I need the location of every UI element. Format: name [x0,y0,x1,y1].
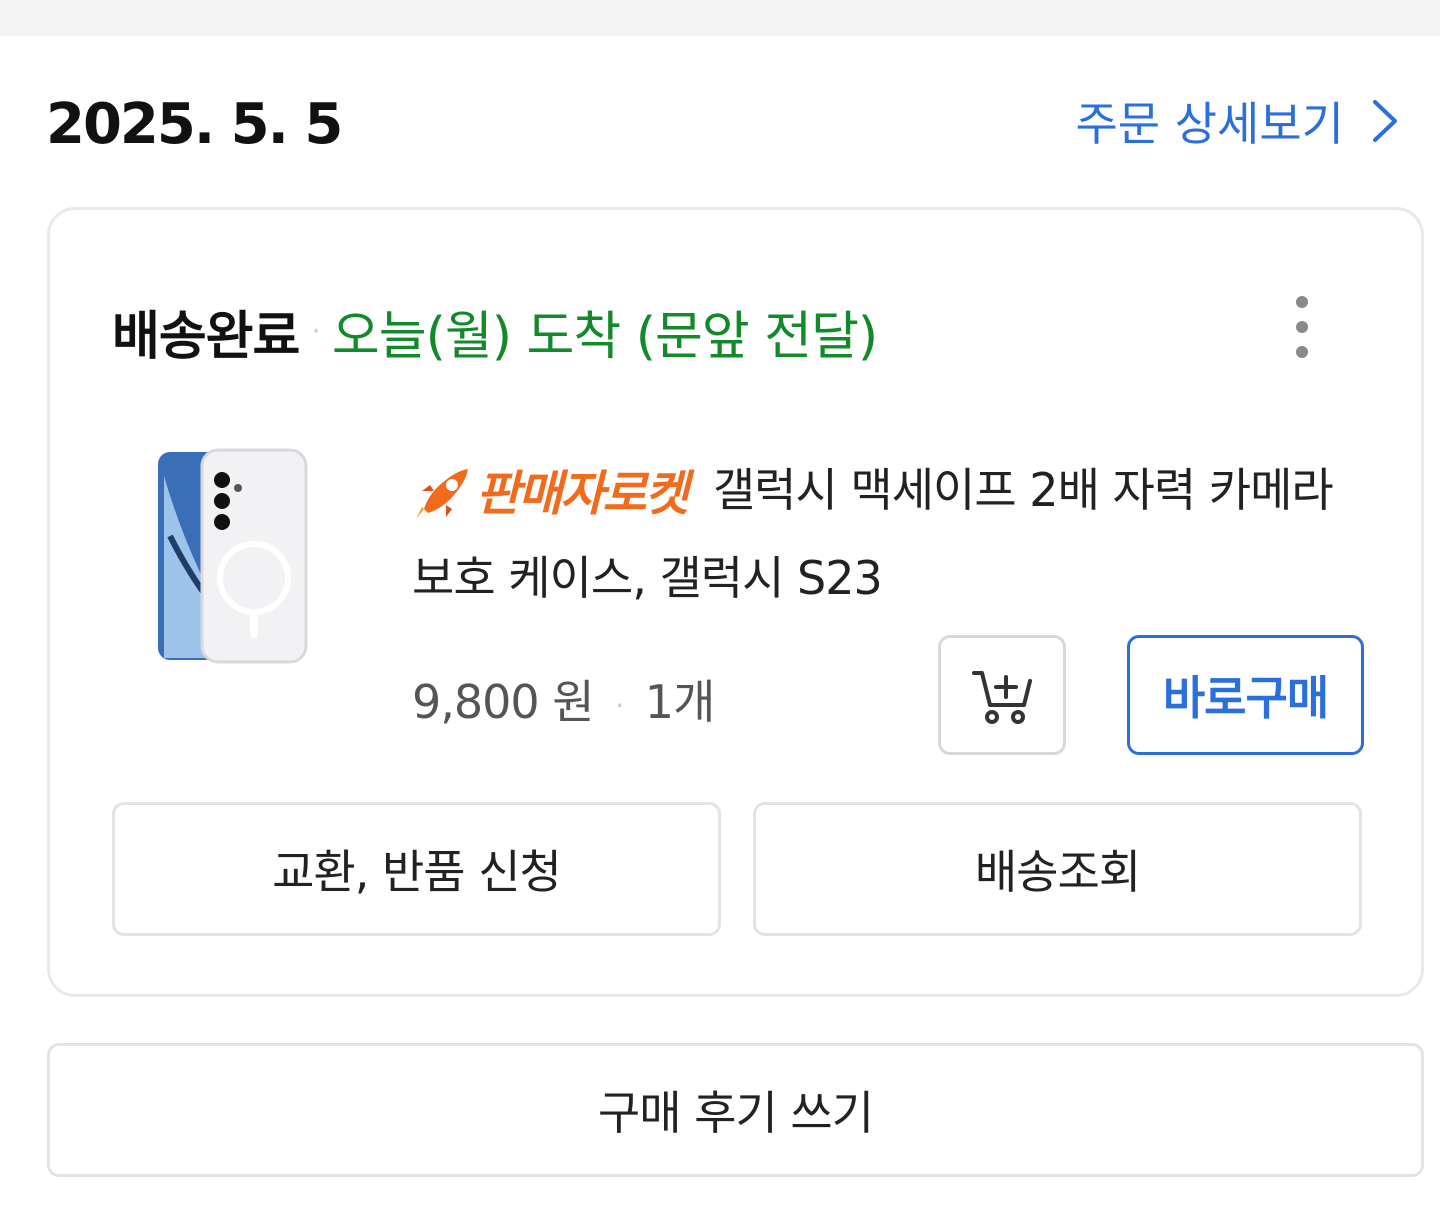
buy-now-button[interactable]: 바로구매 [1127,635,1364,755]
more-options-button[interactable] [1287,296,1317,358]
order-detail-label: 주문 상세보기 [1075,97,1344,151]
more-vertical-icon-dot [1296,346,1308,358]
product-quantity: 1개 [644,675,716,729]
more-vertical-icon-dot [1296,321,1308,333]
seller-rocket-badge: 판매자로켓 [412,452,689,536]
arrival-text: 오늘(월) 도착 (문앞 전달) [331,307,878,367]
add-to-cart-button[interactable] [938,635,1066,755]
product-price: 9,800 원 [412,675,595,729]
price-quantity: 9,800 원 · 1개 [412,666,716,732]
order-detail-link[interactable]: 주문 상세보기 [1075,88,1400,154]
product-image[interactable] [150,446,320,666]
delivery-status: 배송완료 · 오늘(월) 도착 (문앞 전달) [112,294,878,369]
add-to-cart-icon [972,671,1032,724]
status-separator: · [311,314,320,349]
exchange-return-button[interactable]: 교환, 반품 신청 [112,802,721,936]
rocket-icon [416,468,468,521]
seller-rocket-label: 판매자로켓 [476,465,689,522]
price-separator: · [615,689,624,722]
order-card: 배송완료 · 오늘(월) 도착 (문앞 전달) 판매자로켓 갤럭시 맥세이프 2… [47,207,1424,997]
write-review-button[interactable]: 구매 후기 쓰기 [47,1043,1424,1177]
chevron-right-icon [1373,100,1397,142]
order-date: 2025. 5. 5 [46,92,343,157]
track-delivery-button[interactable]: 배송조회 [753,802,1362,936]
status-label: 배송완료 [112,307,300,367]
top-divider-strip [0,0,1440,36]
product-title[interactable]: 판매자로켓 갤럭시 맥세이프 2배 자력 카메라 보호 케이스, 갤럭시 S23 [412,448,1342,620]
more-vertical-icon-dot [1296,296,1308,308]
